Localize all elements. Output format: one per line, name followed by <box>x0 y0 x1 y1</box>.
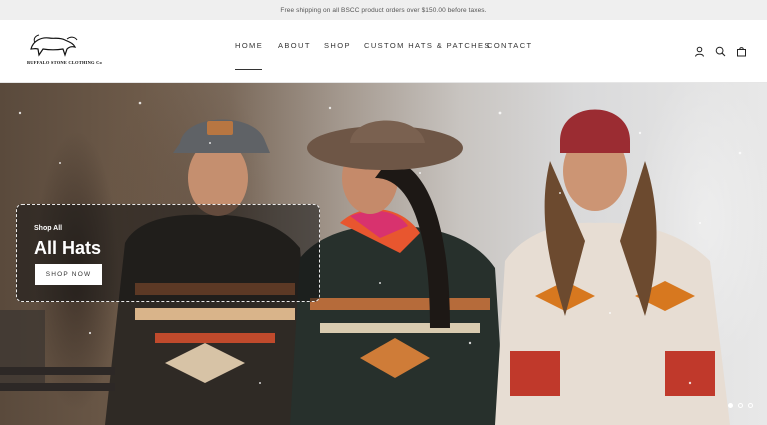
nav-contact[interactable]: CONTACT <box>487 41 533 50</box>
slide-pagination <box>728 403 753 408</box>
nav-home[interactable]: HOME <box>235 41 263 70</box>
nav-shop[interactable]: SHOP <box>324 41 351 50</box>
bench-image <box>0 310 115 391</box>
announcement-text: Free shipping on all BSCC product orders… <box>280 6 487 14</box>
slide-dot-3[interactable] <box>748 403 753 408</box>
hero-title: All Hats <box>34 238 102 258</box>
announcement-bar: Free shipping on all BSCC product orders… <box>0 0 767 20</box>
hero-eyebrow: Shop All <box>34 225 63 232</box>
header-icons <box>694 44 747 57</box>
hero-slideshow[interactable]: Shop All All Hats SHOP NOW <box>0 83 767 425</box>
shop-now-button[interactable]: SHOP NOW <box>35 264 102 285</box>
model-right-image <box>495 109 730 425</box>
slide-dot-1[interactable] <box>728 403 733 408</box>
cart-icon[interactable] <box>736 44 747 57</box>
buffalo-logo-icon <box>30 34 78 57</box>
brand-logo[interactable]: BUFFALO STONE CLOTHING Co <box>27 31 102 73</box>
nav-custom-hats-patches[interactable]: CUSTOM HATS & PATCHES <box>364 41 491 50</box>
brand-name: BUFFALO STONE CLOTHING Co <box>27 60 102 65</box>
hero-promo-box: Shop All All Hats SHOP NOW <box>16 204 320 302</box>
account-icon[interactable] <box>694 44 705 57</box>
nav-about[interactable]: ABOUT <box>278 41 311 50</box>
search-icon[interactable] <box>715 44 726 57</box>
slide-dot-2[interactable] <box>738 403 743 408</box>
site-header: BUFFALO STONE CLOTHING Co HOME ABOUT SHO… <box>0 20 767 83</box>
